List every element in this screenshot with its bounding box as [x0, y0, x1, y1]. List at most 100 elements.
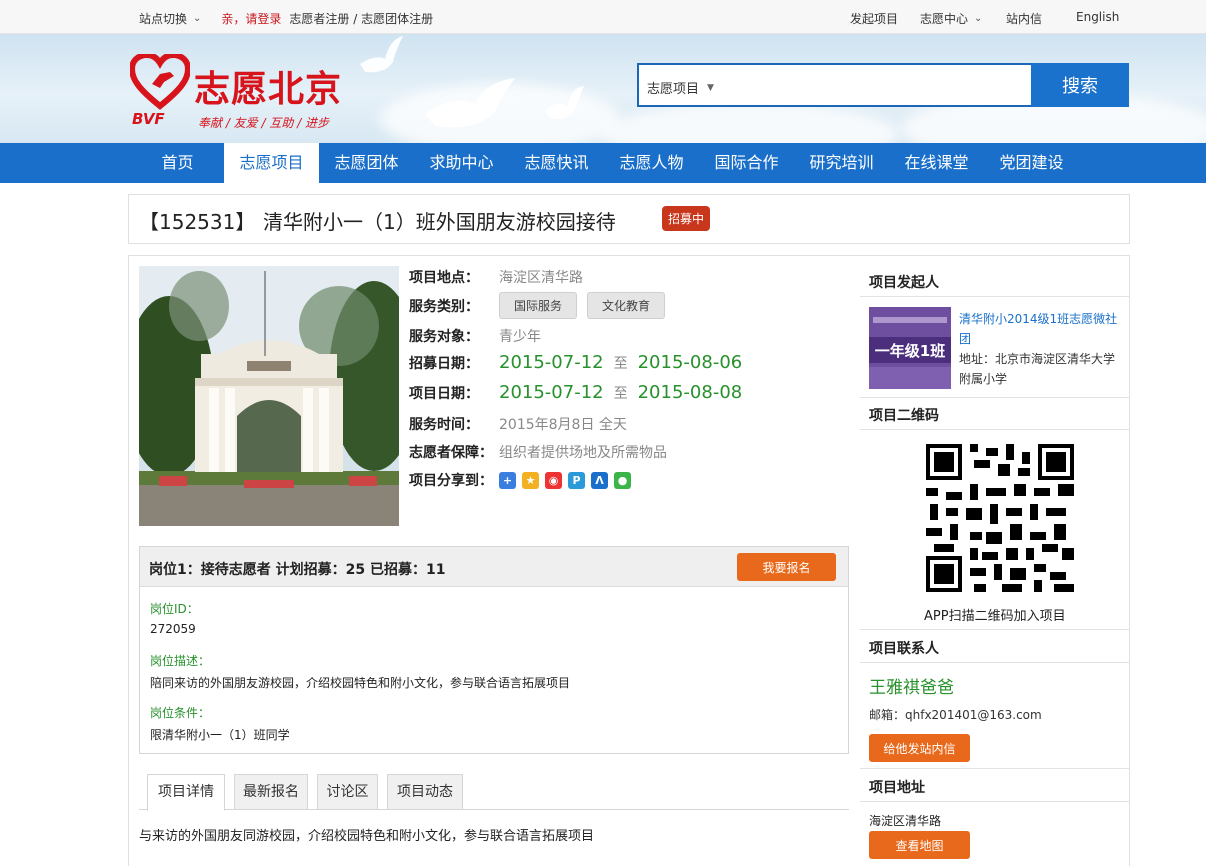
signup-button[interactable]: 我要报名: [737, 553, 836, 581]
divider: [860, 296, 1130, 297]
top-bar-left: 站点切换 ⌄ 亲，请登录 志愿者注册 / 志愿团体注册: [139, 10, 433, 27]
login-link[interactable]: 亲，请登录: [221, 10, 281, 27]
date-separator: 至: [613, 385, 628, 402]
address-title: 项目地址: [869, 780, 925, 796]
volunteer-center-label: 志愿中心: [920, 12, 969, 26]
project-end-date: 2015-08-08: [637, 382, 743, 403]
top-bar: 站点切换 ⌄ 亲，请登录 志愿者注册 / 志愿团体注册 发起项目 志愿中心 ⌄ …: [0, 0, 1206, 34]
nav-item-help-center[interactable]: 求助中心: [414, 143, 509, 183]
recruit-end-date: 2015-08-06: [637, 352, 743, 373]
share-renren-icon[interactable]: Λ: [591, 471, 608, 489]
project-id: 【152531】: [139, 210, 256, 234]
heart-logo-icon: [130, 54, 190, 110]
position-id-value: 272059: [150, 622, 196, 636]
divider: [860, 629, 1130, 630]
position-header-text: 岗位1：接待志愿者 计划招募：25 已招募：11: [149, 562, 446, 578]
org-avatar[interactable]: 一年级1班: [869, 307, 951, 389]
english-link[interactable]: English: [1076, 10, 1119, 24]
send-message-button[interactable]: 给他发站内信: [869, 734, 970, 762]
nav-item-projects[interactable]: 志愿项目: [224, 143, 319, 183]
search-box: 志愿项目 ▼ 搜索: [637, 63, 1129, 107]
view-map-button[interactable]: 查看地图: [869, 831, 970, 859]
logo-abbr: BVF: [132, 110, 165, 128]
tab-updates[interactable]: 项目动态: [387, 774, 463, 810]
position-cond-value: 限清华附小一（1）班同学: [150, 728, 290, 742]
guarantee-row: 志愿者保障： 组织者提供场地及所需物品: [409, 442, 667, 462]
nav-item-news[interactable]: 志愿快讯: [509, 143, 604, 183]
recruit-start-date: 2015-07-12: [499, 352, 604, 373]
target-value: 青少年: [499, 329, 541, 345]
target-label: 服务对象：: [409, 329, 479, 345]
divider: [860, 397, 1130, 398]
project-address: 海淀区清华路: [869, 814, 942, 828]
share-weibo-icon[interactable]: ◉: [545, 471, 562, 489]
share-pinterest-icon[interactable]: P: [568, 471, 585, 489]
dove-icon: [360, 36, 403, 73]
nav-item-people[interactable]: 志愿人物: [604, 143, 699, 183]
contact-email: 邮箱：qhfx201401@163.com: [869, 708, 1042, 722]
main-nav: 首页 志愿项目 志愿团体 求助中心 志愿快讯 志愿人物 国际合作 研究培训 在线…: [0, 143, 1206, 183]
location-value: 海淀区清华路: [499, 270, 583, 286]
header-banner: 志愿北京 BVF 奉献 / 友爱 / 互助 / 进步 志愿项目 ▼ 搜索: [0, 34, 1206, 143]
launch-project-link[interactable]: 发起项目: [850, 10, 898, 27]
nav-item-research[interactable]: 研究培训: [794, 143, 889, 183]
nav-item-home[interactable]: 首页: [130, 143, 225, 183]
divider: [860, 801, 1130, 802]
qr-code: [926, 444, 1074, 592]
qr-caption: APP扫描二维码加入项目: [924, 609, 1066, 624]
share-qzone-icon[interactable]: ★: [522, 471, 539, 489]
messages-link[interactable]: 站内信: [1006, 10, 1042, 27]
date-separator: 至: [613, 355, 628, 372]
nav-item-international[interactable]: 国际合作: [699, 143, 794, 183]
target-row: 服务对象： 青少年: [409, 326, 541, 346]
location-row: 项目地点： 海淀区清华路: [409, 267, 583, 287]
tab-project-details[interactable]: 项目详情: [147, 774, 225, 811]
position-box: 岗位1：接待志愿者 计划招募：25 已招募：11 我要报名 岗位ID： 2720…: [139, 546, 849, 754]
project-photo: [139, 266, 399, 526]
category-tag[interactable]: 国际服务: [499, 292, 578, 319]
volunteer-center-menu[interactable]: 志愿中心 ⌄: [920, 10, 982, 27]
project-start-date: 2015-07-12: [499, 382, 604, 403]
register-link[interactable]: 志愿者注册 / 志愿团体注册: [289, 10, 433, 27]
divider: [860, 662, 1130, 663]
search-type-label: 志愿项目: [647, 82, 700, 97]
contact-name: 王雅祺爸爸: [869, 678, 954, 698]
share-plus-icon[interactable]: +: [499, 471, 516, 489]
position-id-label: 岗位ID：: [150, 602, 199, 616]
chevron-down-icon: ⌄: [193, 13, 202, 24]
dove-icon: [425, 78, 515, 128]
qr-title: 项目二维码: [869, 408, 939, 424]
category-label: 服务类别：: [409, 298, 479, 315]
tab-latest-signups[interactable]: 最新报名: [234, 774, 308, 810]
detail-tabs: 项目详情 最新报名 讨论区 项目动态: [139, 772, 849, 811]
nav-item-online-class[interactable]: 在线课堂: [889, 143, 984, 183]
location-label: 项目地点：: [409, 270, 479, 286]
caret-down-icon: ▼: [707, 82, 714, 93]
search-button[interactable]: 搜索: [1031, 63, 1129, 107]
recruit-date-row: 招募日期： 2015-07-12 至 2015-08-06: [409, 352, 742, 373]
search-type-select[interactable]: 志愿项目 ▼: [647, 78, 714, 97]
site-logo[interactable]: 志愿北京 BVF 奉献 / 友爱 / 互助 / 进步: [128, 54, 358, 134]
nav-item-groups[interactable]: 志愿团体: [319, 143, 414, 183]
nav-item-party[interactable]: 党团建设: [984, 143, 1079, 183]
share-icons: + ★ ◉ P Λ ●: [499, 471, 631, 489]
site-switch-label: 站点切换: [139, 12, 188, 26]
share-wechat-icon[interactable]: ●: [614, 471, 631, 489]
category-tag[interactable]: 文化教育: [587, 292, 666, 319]
position-desc-value: 陪同来访的外国朋友游校园，介绍校园特色和附小文化，参与联合语言拓展项目: [150, 676, 571, 690]
share-label: 项目分享到：: [409, 473, 493, 489]
position-header: 岗位1：接待志愿者 计划招募：25 已招募：11 我要报名: [140, 547, 848, 587]
recruit-date-label: 招募日期：: [409, 355, 479, 372]
chevron-down-icon: ⌄: [974, 13, 983, 24]
search-input[interactable]: [729, 69, 1019, 101]
logo-slogan: 奉献 / 友爱 / 互助 / 进步: [198, 116, 330, 130]
site-switch[interactable]: 站点切换 ⌄: [139, 10, 201, 27]
service-time-label: 服务时间：: [409, 417, 479, 433]
share-row: 项目分享到： + ★ ◉ P Λ ●: [409, 470, 631, 490]
project-date-label: 项目日期：: [409, 385, 479, 402]
org-avatar-text: 一年级1班: [875, 342, 945, 360]
dove-icon: [545, 86, 584, 119]
tab-discussion[interactable]: 讨论区: [317, 774, 378, 810]
org-name-link[interactable]: 清华附小2014级1班志愿微社团: [959, 309, 1119, 349]
guarantee-value: 组织者提供场地及所需物品: [499, 445, 667, 461]
